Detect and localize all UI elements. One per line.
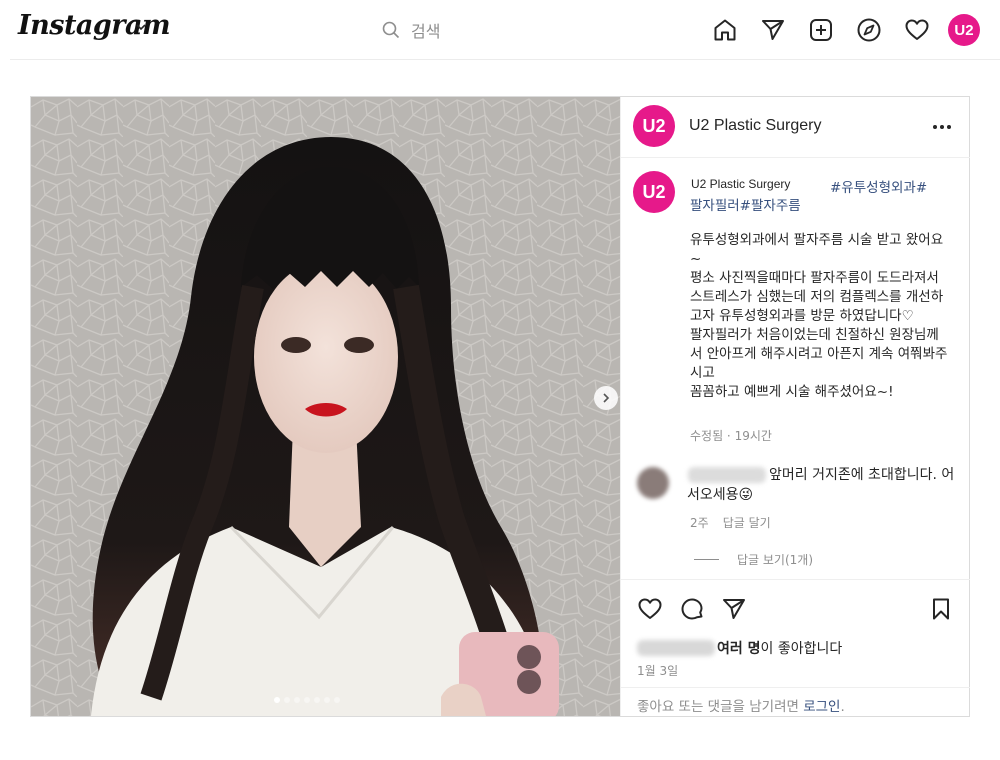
search-icon [382, 21, 400, 39]
account-avatar[interactable]: U2 [633, 105, 675, 147]
post-photo [31, 97, 620, 716]
view-replies-button[interactable]: 답글 보기(1개) [694, 551, 813, 568]
liker-username-blurred [637, 640, 715, 656]
post-media[interactable] [31, 97, 620, 716]
carousel-next-button[interactable] [594, 386, 618, 410]
carousel-dot [324, 697, 330, 703]
post-actions: 여러 명이 좋아합니다 1월 3일 좋아요 또는 댓글을 남기려면 로그인. [621, 579, 970, 716]
carousel-indicator [274, 697, 344, 703]
post-sidebar: U2 U2 Plastic Surgery U2 U2 Plastic Surg… [620, 97, 970, 716]
bookmark-icon[interactable] [928, 596, 954, 622]
post-date: 1월 3일 [637, 664, 679, 678]
login-prompt-bar: 좋아요 또는 댓글을 남기려면 로그인. [621, 687, 970, 717]
caption-avatar[interactable]: U2 [633, 171, 675, 213]
caption-meta: 수정됨 · 19시간 [690, 429, 772, 443]
commenter-avatar[interactable] [637, 467, 669, 499]
post-caption: 유투성형외과에서 팔자주름 시술 받고 왔어요~ 평소 사진찍을때마다 팔자주름… [690, 232, 948, 400]
more-options-icon[interactable] [930, 115, 954, 139]
login-suffix: . [840, 699, 845, 715]
carousel-dot [294, 697, 300, 703]
explore-icon[interactable] [856, 17, 882, 43]
post-header: U2 U2 Plastic Surgery [621, 97, 970, 158]
view-replies-label: 답글 보기(1개) [737, 553, 814, 567]
login-link[interactable]: 로그인 [803, 699, 840, 715]
carousel-dot [304, 697, 310, 703]
comment-icon[interactable] [679, 596, 705, 622]
post-card: U2 U2 Plastic Surgery U2 U2 Plastic Surg… [30, 96, 970, 717]
search-box[interactable]: 검색 [382, 18, 502, 42]
chevron-right-icon [603, 393, 610, 403]
login-prompt-text: 좋아요 또는 댓글을 남기려면 [637, 699, 804, 715]
carousel-dot [334, 697, 340, 703]
divider [694, 559, 719, 560]
create-icon[interactable] [808, 17, 834, 43]
comment-meta: 2주 답글 달기 [690, 514, 771, 531]
chevron-down-icon[interactable] [134, 20, 148, 34]
comment-time: 2주 [690, 516, 709, 530]
comment-text: 앞머리 거지존에 초대합니다. 어서오세용😜 [687, 467, 955, 503]
caption-username[interactable]: U2 Plastic Surgery [691, 177, 790, 191]
like-icon[interactable] [637, 596, 663, 622]
login-prompt: 좋아요 또는 댓글을 남기려면 로그인. [637, 695, 845, 715]
hashtag-link[interactable]: #유투성형외과# [830, 176, 927, 196]
search-placeholder: 검색 [411, 22, 441, 41]
nav-icons: U2 [690, 12, 980, 48]
likes-text: 여러 명이 좋아합니다 [717, 641, 843, 657]
profile-avatar[interactable]: U2 [948, 14, 980, 46]
hashtag-link[interactable]: 팔자필러#팔자주름 [690, 194, 801, 214]
carousel-dot [284, 697, 290, 703]
account-name[interactable]: U2 Plastic Surgery [689, 117, 822, 135]
top-nav: Instagram 검색 U2 [10, 0, 1000, 60]
likes-summary[interactable]: 여러 명이 좋아합니다 [637, 638, 842, 658]
share-icon[interactable] [721, 596, 747, 622]
send-icon[interactable] [760, 17, 786, 43]
reply-button[interactable]: 답글 달기 [723, 514, 771, 531]
carousel-dot [274, 697, 280, 703]
carousel-dot [314, 697, 320, 703]
home-icon[interactable] [712, 17, 738, 43]
heart-icon[interactable] [904, 17, 930, 43]
